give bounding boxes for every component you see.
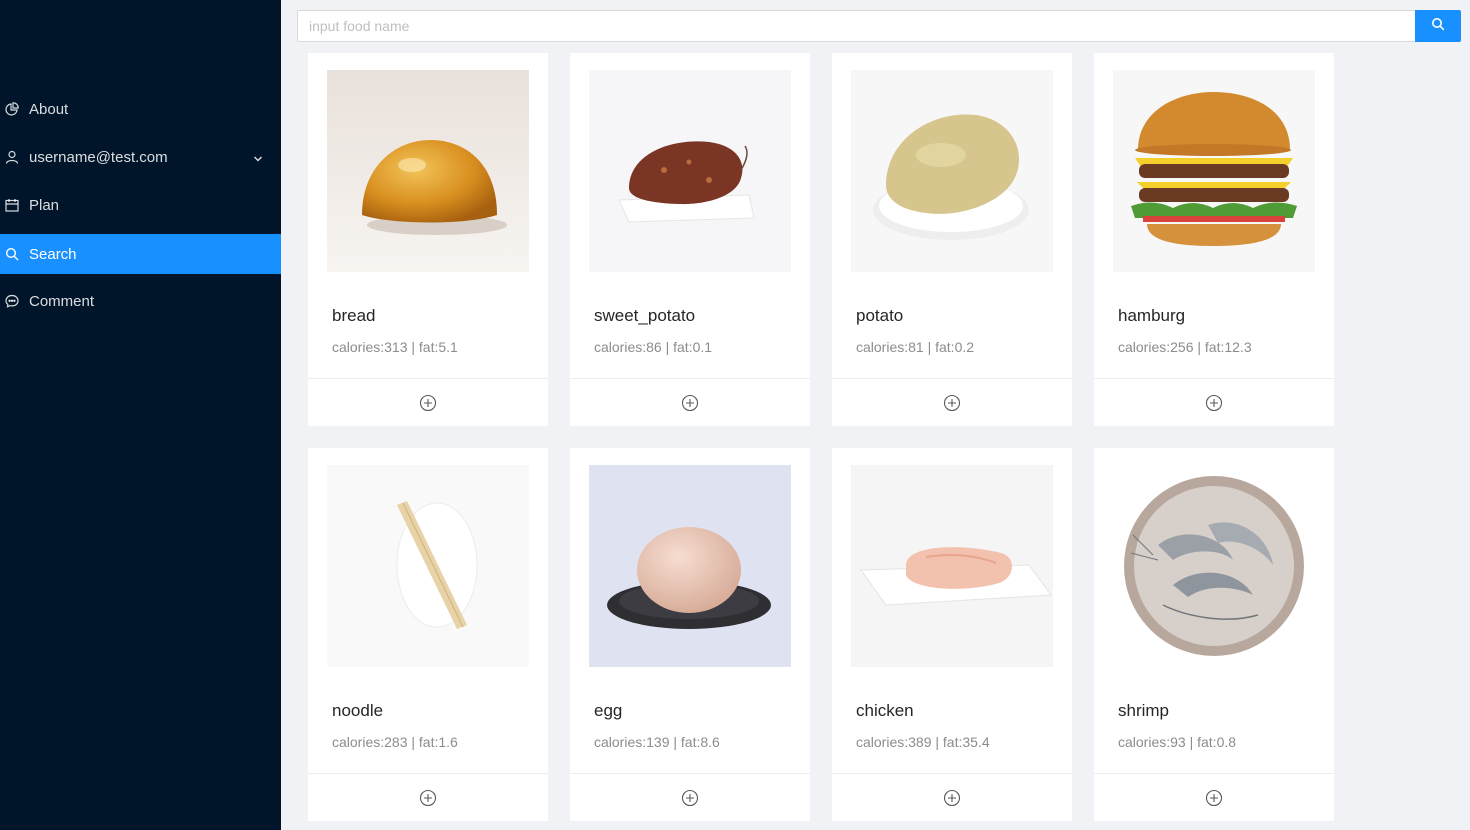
plus-circle-icon[interactable] — [943, 789, 961, 807]
sidebar-item-label: username@test.com — [29, 148, 168, 166]
food-info: calories:86 | fat:0.1 — [594, 339, 713, 355]
sidebar-item-label: About — [29, 100, 69, 118]
food-info: calories:283 | fat:1.6 — [332, 734, 458, 750]
card-actions — [1094, 773, 1334, 821]
chevron-down-icon — [253, 151, 263, 162]
search-icon — [5, 247, 19, 261]
food-card: chicken calories:389 | fat:35.4 — [832, 448, 1072, 821]
food-card: shrimp calories:93 | fat:0.8 — [1094, 448, 1334, 821]
plus-circle-icon[interactable] — [419, 789, 437, 807]
search-bar — [297, 10, 1461, 42]
plus-circle-icon[interactable] — [943, 394, 961, 412]
food-image-hamburg — [1113, 70, 1315, 272]
sidebar-item-label: Plan — [29, 196, 60, 214]
comment-icon — [5, 294, 19, 308]
sidebar-item-user[interactable]: username@test.com — [0, 137, 281, 177]
food-name: egg — [594, 701, 623, 720]
food-name: bread — [332, 306, 376, 325]
card-actions — [570, 773, 810, 821]
food-image-egg — [589, 465, 791, 667]
plus-circle-icon[interactable] — [419, 394, 437, 412]
calendar-icon — [5, 198, 19, 212]
sidebar-item-search[interactable]: Search — [0, 234, 281, 274]
food-image-shrimp — [1113, 465, 1315, 667]
food-image-noodle — [327, 465, 529, 667]
food-name: noodle — [332, 701, 384, 720]
food-card: bread calories:313 | fat:5.1 — [308, 53, 548, 426]
food-name: shrimp — [1118, 701, 1170, 720]
card-actions — [570, 378, 810, 426]
plus-circle-icon[interactable] — [681, 789, 699, 807]
food-info: calories:81 | fat:0.2 — [856, 339, 975, 355]
plus-circle-icon[interactable] — [681, 394, 699, 412]
food-name: hamburg — [1118, 306, 1186, 325]
sidebar-item-plan[interactable]: Plan — [0, 185, 281, 225]
search-button[interactable] — [1415, 10, 1461, 42]
sidebar-item-label: Comment — [29, 292, 95, 310]
search-icon — [1431, 17, 1445, 36]
user-icon — [5, 150, 19, 164]
food-card: hamburg calories:256 | fat:12.3 — [1094, 53, 1334, 426]
card-actions — [308, 773, 548, 821]
pie-chart-icon — [5, 102, 19, 116]
card-actions — [832, 378, 1072, 426]
food-name: chicken — [856, 701, 914, 720]
search-input[interactable] — [297, 10, 1415, 42]
food-card: sweet_potato calories:86 | fat:0.1 — [570, 53, 810, 426]
food-card: noodle calories:283 | fat:1.6 — [308, 448, 548, 821]
food-info: calories:389 | fat:35.4 — [856, 734, 990, 750]
food-info: calories:313 | fat:5.1 — [332, 339, 458, 355]
sidebar-item-about[interactable]: About — [0, 89, 281, 129]
food-name: sweet_potato — [594, 306, 696, 325]
food-info: calories:139 | fat:8.6 — [594, 734, 720, 750]
card-actions — [1094, 378, 1334, 426]
plus-circle-icon[interactable] — [1205, 789, 1223, 807]
card-actions — [832, 773, 1072, 821]
food-card: egg calories:139 | fat:8.6 — [570, 448, 810, 821]
food-image-chicken — [851, 465, 1053, 667]
card-actions — [308, 378, 548, 426]
food-image-potato — [851, 70, 1053, 272]
food-info: calories:256 | fat:12.3 — [1118, 339, 1252, 355]
sidebar: About username@test.com Plan Search Comm… — [0, 0, 281, 830]
food-image-sweet-potato — [589, 70, 791, 272]
food-info: calories:93 | fat:0.8 — [1118, 734, 1237, 750]
food-image-bread — [327, 70, 529, 272]
food-card: potato calories:81 | fat:0.2 — [832, 53, 1072, 426]
sidebar-item-comment[interactable]: Comment — [0, 281, 281, 321]
plus-circle-icon[interactable] — [1205, 394, 1223, 412]
food-name: potato — [856, 306, 904, 325]
sidebar-item-label: Search — [29, 245, 77, 263]
